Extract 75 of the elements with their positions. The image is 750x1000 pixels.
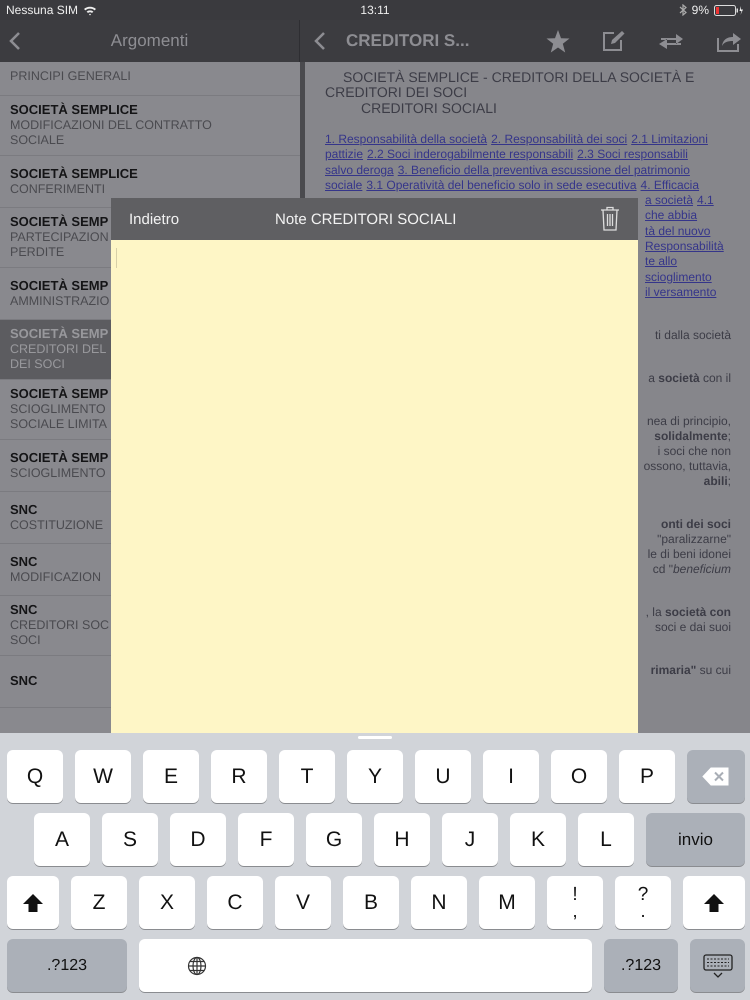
note-title: Note CREDITORI SOCIALI xyxy=(275,210,456,228)
letter-key[interactable]: I xyxy=(483,750,539,803)
star-icon[interactable] xyxy=(546,30,570,52)
text-cursor xyxy=(116,248,117,268)
back-button[interactable]: Indietro xyxy=(125,208,184,230)
trash-icon[interactable] xyxy=(600,206,620,231)
numbers-key[interactable]: .?123 xyxy=(7,939,127,992)
letter-key[interactable]: G xyxy=(306,813,362,866)
nav-title: CREDITORI S... xyxy=(346,31,470,51)
body-text: soci e dai suoi xyxy=(654,620,731,636)
body-text: ossono, tuttavia, xyxy=(644,459,731,474)
clock-time: 13:11 xyxy=(360,3,390,17)
numbers-key[interactable]: .?123 xyxy=(604,939,678,992)
letter-key[interactable]: Y xyxy=(347,750,403,803)
shift-icon xyxy=(703,892,725,912)
letter-key[interactable]: X xyxy=(139,876,195,929)
body-text: "paralizzarne" xyxy=(657,532,731,548)
letter-key[interactable]: K xyxy=(510,813,566,866)
keyboard-handle[interactable] xyxy=(358,736,392,739)
nav-title: Argomenti xyxy=(110,31,188,51)
body-text: cd "beneficium xyxy=(652,562,731,578)
letter-key[interactable]: A xyxy=(34,813,90,866)
letter-key[interactable]: B xyxy=(343,876,399,929)
letter-key[interactable]: H xyxy=(374,813,430,866)
symbol-key[interactable]: ? . xyxy=(615,876,671,929)
document-heading: SOCIETÀ SEMPLICE - CREDITORI DELLA SOCIETÀ E CREDITORI DEI SOCI xyxy=(325,70,696,100)
letter-key[interactable]: C xyxy=(207,876,263,929)
return-key[interactable]: invio xyxy=(646,813,745,866)
bluetooth-icon xyxy=(678,4,687,16)
body-text: ti dalla società xyxy=(654,328,731,344)
hide-keyboard-key[interactable] xyxy=(690,939,745,992)
swap-arrows-icon[interactable] xyxy=(658,31,684,51)
letter-key[interactable]: L xyxy=(578,813,634,866)
document-subheading: CREDITORI SOCIALI xyxy=(360,100,498,116)
letter-key[interactable]: R xyxy=(211,750,267,803)
backspace-key[interactable] xyxy=(687,750,745,803)
body-text: le di beni idonei xyxy=(648,547,731,562)
edit-icon[interactable] xyxy=(602,30,626,52)
backspace-icon xyxy=(702,767,730,786)
letter-key[interactable]: F xyxy=(238,813,294,866)
body-text: rimaria" su cui xyxy=(650,663,731,678)
symbol-key[interactable]: ! , xyxy=(547,876,603,929)
body-text: nea di principio, xyxy=(646,414,731,430)
letter-key[interactable]: P xyxy=(619,750,675,803)
letter-key[interactable]: E xyxy=(143,750,199,803)
shift-key[interactable] xyxy=(7,876,59,929)
battery-icon xyxy=(714,4,744,16)
letter-key[interactable]: M xyxy=(479,876,535,929)
shift-icon xyxy=(22,892,44,912)
letter-key[interactable]: D xyxy=(170,813,226,866)
letter-key[interactable]: J xyxy=(442,813,498,866)
wifi-icon xyxy=(83,4,98,16)
carrier-name: Nessuna SIM xyxy=(6,3,78,17)
letter-key[interactable]: S xyxy=(102,813,158,866)
share-icon[interactable] xyxy=(716,30,742,52)
letter-key[interactable]: Z xyxy=(71,876,127,929)
body-text: solidalmente; xyxy=(654,429,731,444)
back-icon[interactable] xyxy=(314,31,326,51)
battery-percent: 9% xyxy=(692,3,709,17)
letter-key[interactable]: T xyxy=(279,750,335,803)
globe-icon xyxy=(187,956,207,976)
letter-key[interactable]: U xyxy=(415,750,471,803)
letter-key[interactable]: Q xyxy=(7,750,63,803)
letter-key[interactable]: O xyxy=(551,750,607,803)
letter-key[interactable]: W xyxy=(75,750,131,803)
back-icon[interactable] xyxy=(9,31,21,51)
letter-key[interactable]: N xyxy=(411,876,467,929)
body-text: i soci che non xyxy=(658,444,731,460)
body-text: , la società con xyxy=(646,605,731,620)
keyboard-icon xyxy=(702,954,732,978)
shift-key[interactable] xyxy=(683,876,745,929)
body-text: abili; xyxy=(704,474,731,490)
body-text: a società con il xyxy=(648,371,731,386)
body-text: onti dei soci xyxy=(660,517,731,532)
letter-key[interactable]: V xyxy=(275,876,331,929)
